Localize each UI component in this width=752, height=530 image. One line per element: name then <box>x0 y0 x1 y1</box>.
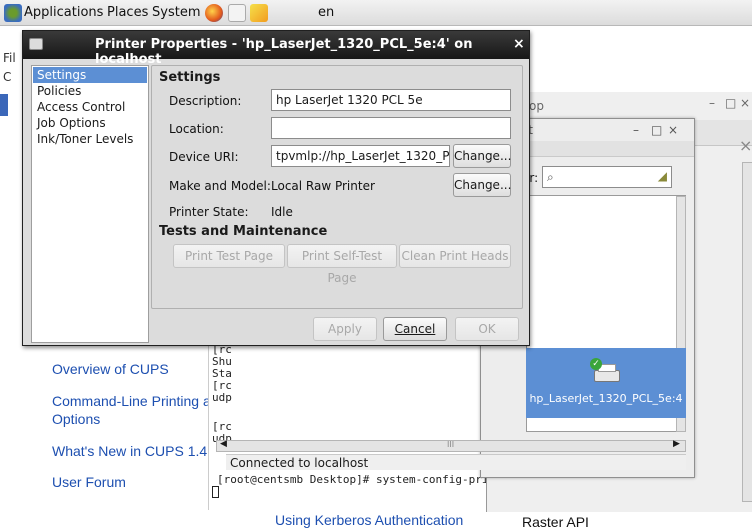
close-tab-icon[interactable]: × <box>739 136 752 155</box>
menu-places[interactable]: Places <box>107 5 148 20</box>
cancel-button[interactable]: Cancel <box>383 317 447 341</box>
link-user-forum[interactable]: User Forum <box>52 474 126 490</box>
printer-icon: ✓ <box>590 358 622 386</box>
device-uri-field[interactable]: tpvmlp://hp_LaserJet_1320_PCL <box>271 145 450 167</box>
menu-applications[interactable]: Applications <box>24 5 103 20</box>
change-device-uri-button[interactable]: Change... <box>453 144 511 168</box>
applications-icon <box>4 4 22 22</box>
maximize-icon[interactable]: □ <box>651 123 662 137</box>
printer-state-label: Printer State: <box>169 205 249 219</box>
location-label: Location: <box>169 122 224 136</box>
printer-icon <box>29 38 43 50</box>
ok-button[interactable]: OK <box>455 317 519 341</box>
settings-sidebar: Settings Policies Access Control Job Opt… <box>31 65 149 343</box>
firefox-icon[interactable] <box>205 4 223 22</box>
minimize-icon[interactable]: – <box>709 96 715 110</box>
clear-icon[interactable]: ◢ <box>658 169 667 183</box>
location-field[interactable] <box>271 117 511 139</box>
link-command-line-printing[interactable]: Command-Line Printing ar <box>52 393 215 409</box>
section-title-tests: Tests and Maintenance <box>159 224 328 239</box>
dialog-titlebar[interactable]: Printer Properties - 'hp_LaserJet_1320_P… <box>23 31 529 67</box>
printer-properties-dialog: Printer Properties - 'hp_LaserJet_1320_P… <box>22 30 530 346</box>
status-bar: Connected to localhost <box>226 454 686 470</box>
notes-icon[interactable] <box>250 4 268 22</box>
close-icon[interactable]: × <box>740 96 750 110</box>
description-field[interactable]: hp LaserJet 1320 PCL 5e <box>271 89 511 111</box>
description-label: Description: <box>169 94 242 108</box>
close-icon[interactable]: × <box>668 123 678 137</box>
link-options[interactable]: Options <box>52 411 100 427</box>
sidebar-item-policies[interactable]: Policies <box>33 83 147 99</box>
status-text: Connected to localhost <box>230 456 369 470</box>
sidebar-item-settings[interactable]: Settings <box>33 67 147 83</box>
section-title-settings: Settings <box>159 70 221 85</box>
keyboard-layout[interactable]: en <box>318 5 334 20</box>
top-panel: Applications Places System en <box>0 0 752 26</box>
make-model-value: Local Raw Printer <box>271 179 375 193</box>
vertical-scrollbar[interactable] <box>742 162 752 502</box>
terminal-cursor <box>212 486 219 498</box>
maximize-icon[interactable]: □ <box>725 96 736 110</box>
minimize-icon[interactable]: – <box>633 123 639 137</box>
scroll-left-icon[interactable]: ◀ <box>220 439 227 449</box>
make-model-label: Make and Model: <box>169 179 271 193</box>
back-arrow-icon[interactable] <box>0 94 8 116</box>
mail-icon[interactable] <box>228 4 246 22</box>
terminal-prompt: [root@centsmb Desktop]# system-config-pr… <box>217 473 516 486</box>
dialog-title: Printer Properties - 'hp_LaserJet_1320_P… <box>95 37 473 67</box>
link-raster-api[interactable]: Raster API <box>522 514 589 530</box>
window-title-fragment: op <box>529 99 544 113</box>
printer-name: hp_LaserJet_1320_PCL_5e:4 <box>529 392 683 405</box>
binoculars-icon: ⌕ <box>547 170 554 184</box>
close-icon[interactable]: × <box>513 36 525 52</box>
print-test-page-button[interactable]: Print Test Page <box>173 244 285 268</box>
print-self-test-page-button[interactable]: Print Self-Test Page <box>287 244 397 285</box>
filter-input[interactable]: ⌕ ◢ <box>542 166 672 188</box>
printer-state-value: Idle <box>271 205 293 219</box>
scroll-thumb-mark[interactable]: III <box>447 440 454 449</box>
sidebar-item-access-control[interactable]: Access Control <box>33 99 147 115</box>
horizontal-scrollbar[interactable]: ◀ III ▶ <box>216 439 686 452</box>
device-uri-label: Device URI: <box>169 150 239 164</box>
printer-item-selected[interactable]: ✓ hp_LaserJet_1320_PCL_5e:4 <box>526 348 686 418</box>
change-make-model-button[interactable]: Change... <box>453 173 511 197</box>
sidebar-item-job-options[interactable]: Job Options <box>33 115 147 131</box>
terminal-line: udp <box>212 391 232 404</box>
link-overview-of-cups[interactable]: Overview of CUPS <box>52 361 169 377</box>
link-whats-new[interactable]: What's New in CUPS 1.4 <box>52 443 207 459</box>
clean-print-heads-button[interactable]: Clean Print Heads <box>399 244 511 268</box>
apply-button[interactable]: Apply <box>313 317 377 341</box>
scroll-right-icon[interactable]: ▶ <box>673 439 680 449</box>
sidebar-item-ink-toner[interactable]: Ink/Toner Levels <box>33 131 147 147</box>
menu-system[interactable]: System <box>152 5 200 20</box>
